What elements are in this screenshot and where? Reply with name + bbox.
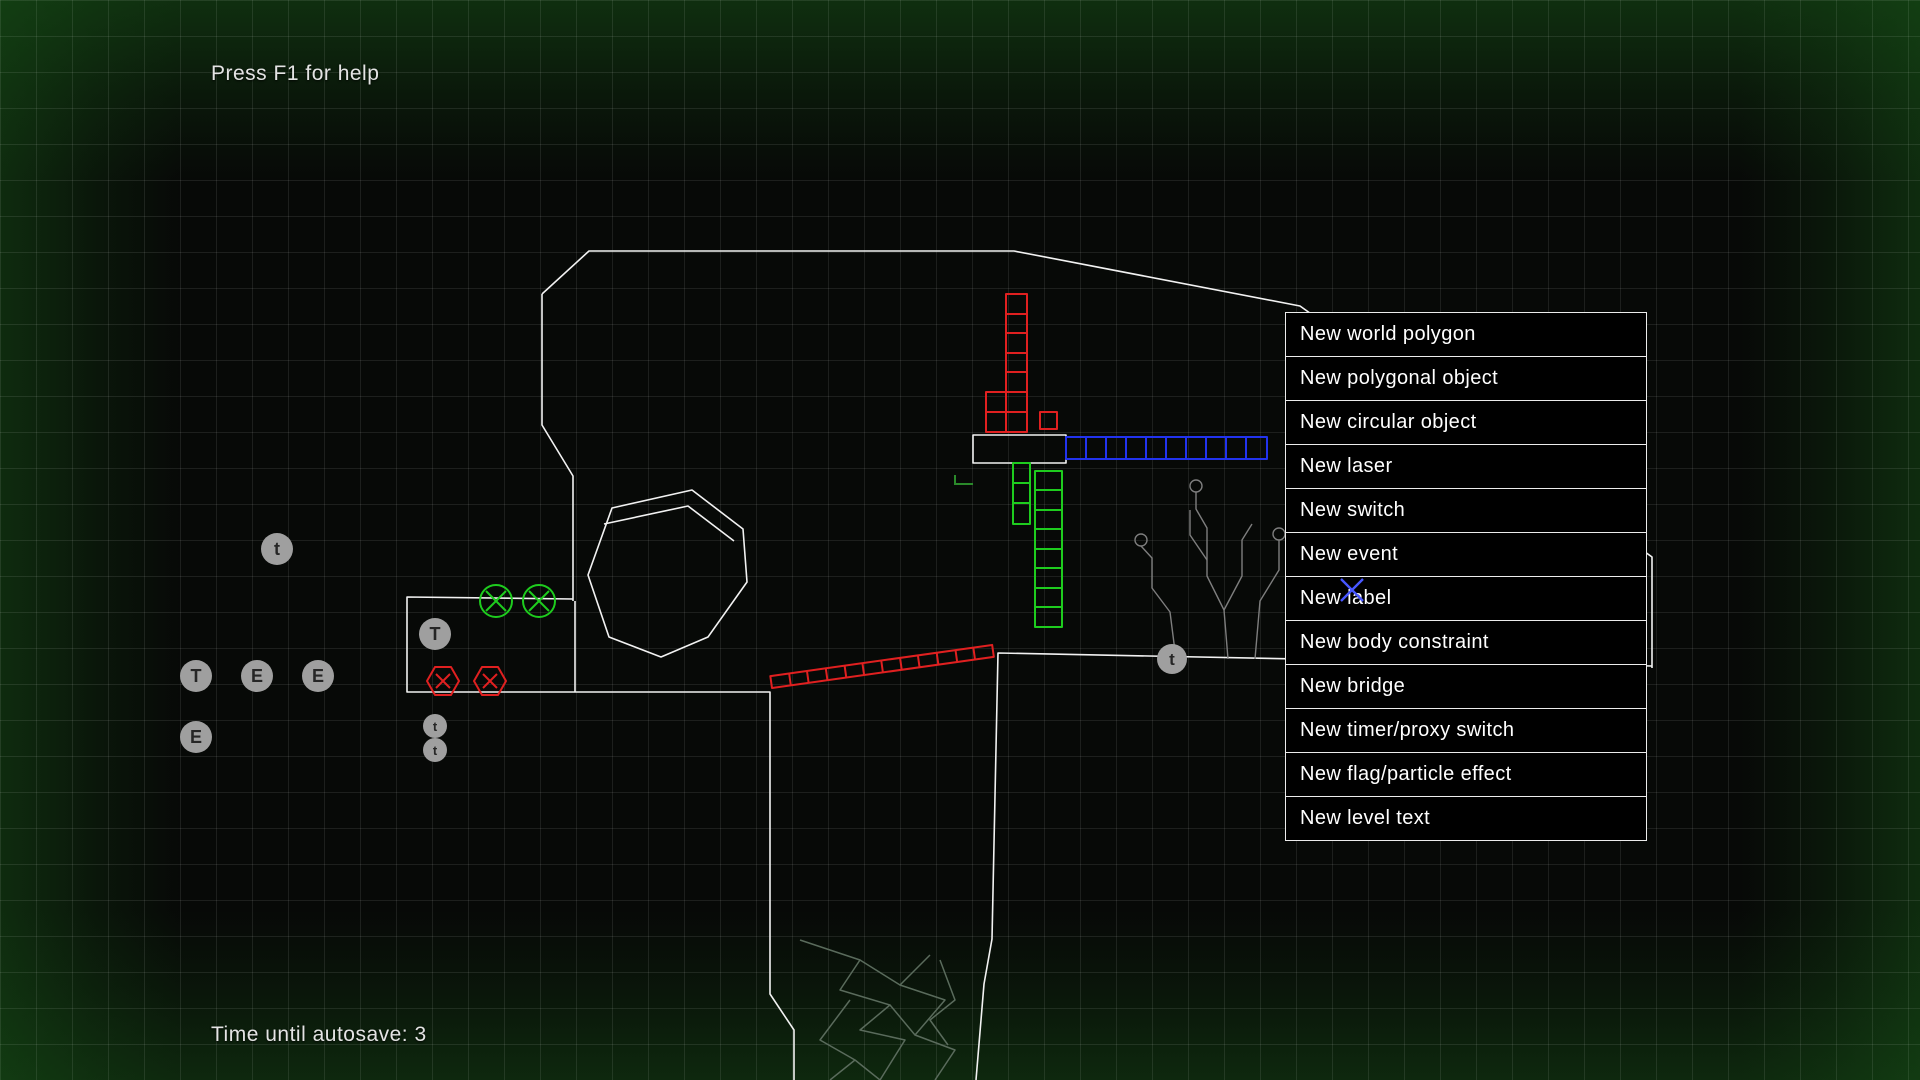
menu-item-new-bridge[interactable]: New bridge xyxy=(1285,664,1647,709)
menu-item-new-flag-particle-effect[interactable]: New flag/particle effect xyxy=(1285,752,1647,797)
marker-E[interactable]: E xyxy=(241,660,273,692)
help-hint-text: Press F1 for help xyxy=(211,62,379,86)
marker-t[interactable]: t xyxy=(423,738,447,762)
context-menu: New world polygonNew polygonal objectNew… xyxy=(1285,312,1647,841)
marker-E[interactable]: E xyxy=(180,721,212,753)
menu-item-new-world-polygon[interactable]: New world polygon xyxy=(1285,312,1647,357)
menu-item-new-timer-proxy-switch[interactable]: New timer/proxy switch xyxy=(1285,708,1647,753)
menu-item-new-switch[interactable]: New switch xyxy=(1285,488,1647,533)
marker-t[interactable]: t xyxy=(261,533,293,565)
menu-item-new-level-text[interactable]: New level text xyxy=(1285,796,1647,841)
marker-T[interactable]: T xyxy=(180,660,212,692)
marker-t[interactable]: t xyxy=(423,714,447,738)
menu-item-new-label[interactable]: New label xyxy=(1285,576,1647,621)
menu-item-new-laser[interactable]: New laser xyxy=(1285,444,1647,489)
menu-item-new-circular-object[interactable]: New circular object xyxy=(1285,400,1647,445)
autosave-countdown-text: Time until autosave: 3 xyxy=(211,1023,427,1047)
menu-item-new-event[interactable]: New event xyxy=(1285,532,1647,577)
menu-item-new-polygonal-object[interactable]: New polygonal object xyxy=(1285,356,1647,401)
menu-item-new-body-constraint[interactable]: New body constraint xyxy=(1285,620,1647,665)
marker-t[interactable]: t xyxy=(1157,644,1187,674)
editor-viewport[interactable]: tTTEEEttt Press F1 for help Time until a… xyxy=(0,0,1920,1080)
marker-E[interactable]: E xyxy=(302,660,334,692)
marker-T[interactable]: T xyxy=(419,618,451,650)
